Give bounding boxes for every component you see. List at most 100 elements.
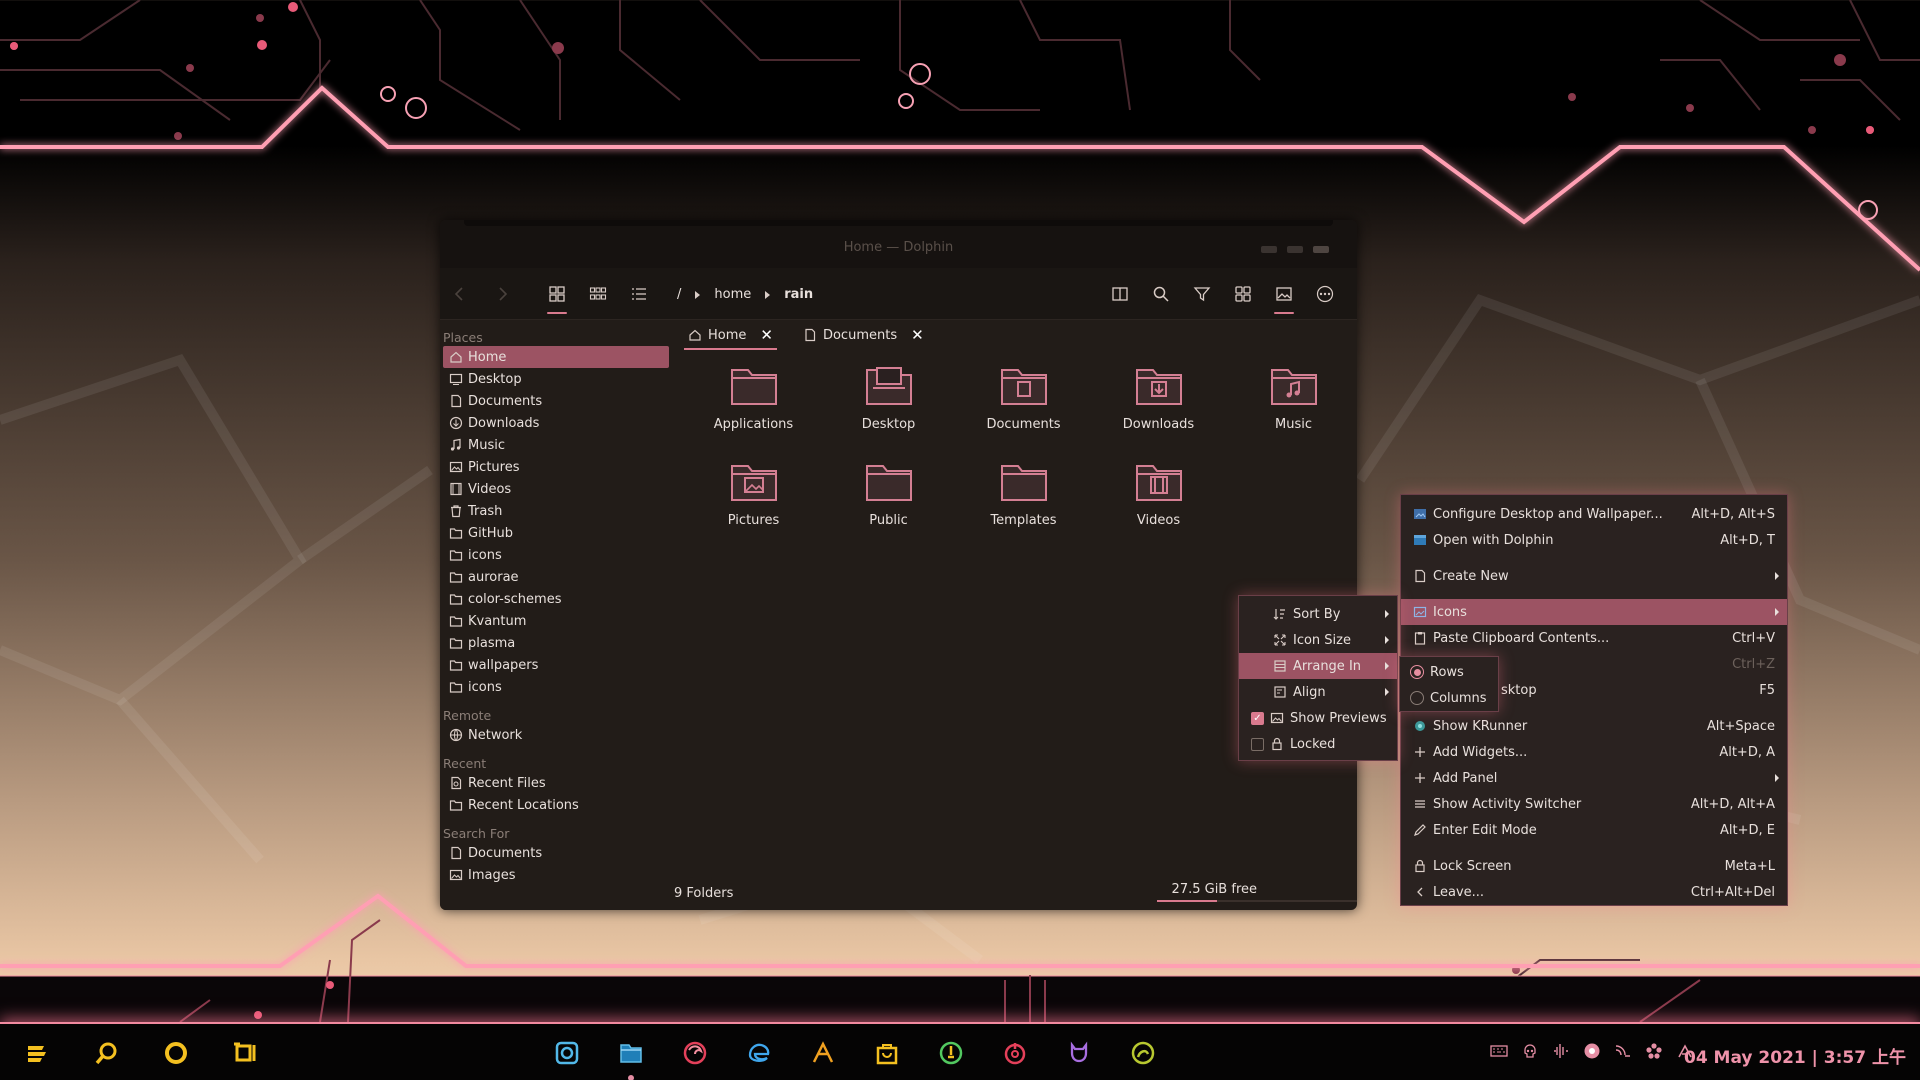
split-view-button[interactable]	[1106, 280, 1134, 308]
grid-large-icon	[549, 286, 565, 302]
back-button[interactable]	[446, 280, 474, 308]
place-aurorae[interactable]: aurorae	[443, 566, 669, 588]
place-wallpapers[interactable]: wallpapers	[443, 654, 669, 676]
compact-view-button[interactable]	[584, 280, 612, 308]
rows-radio[interactable]	[1410, 665, 1424, 679]
audio-waveform-icon[interactable]	[1552, 1042, 1570, 1060]
place-network[interactable]: Network	[443, 724, 669, 746]
menu-locked[interactable]: Locked	[1239, 731, 1397, 757]
place-icons[interactable]: icons	[443, 544, 669, 566]
breadcrumb-separator-icon[interactable]	[765, 290, 771, 299]
locked-checkbox[interactable]	[1251, 737, 1264, 751]
place-pictures[interactable]: Pictures	[443, 456, 669, 478]
folder-videos[interactable]: Videos	[1091, 454, 1226, 550]
more-menu-button[interactable]	[1311, 280, 1339, 308]
place-videos[interactable]: Videos	[443, 478, 669, 500]
columns-radio[interactable]	[1410, 691, 1424, 705]
taskbar-github[interactable]	[1064, 1038, 1094, 1068]
taskbar-edge[interactable]	[744, 1038, 774, 1068]
taskbar-krita[interactable]	[936, 1038, 966, 1068]
place-trash[interactable]: Trash	[443, 500, 669, 522]
menu-arrange-in[interactable]: Arrange In	[1239, 653, 1397, 679]
place-search-images[interactable]: Images	[443, 864, 669, 886]
show-previews-checkbox[interactable]: ✓	[1251, 711, 1264, 725]
place-color-schemes[interactable]: color-schemes	[443, 588, 669, 610]
close-button[interactable]	[1313, 246, 1329, 253]
menu-sort-by[interactable]: Sort By	[1239, 601, 1397, 627]
menu-open-with-dolphin[interactable]: Open with Dolphin Alt+D, T	[1401, 527, 1787, 553]
keyboard-icon[interactable]	[1490, 1042, 1508, 1060]
place-recent-files[interactable]: Recent Files	[443, 772, 669, 794]
search-launcher-button[interactable]	[92, 1038, 122, 1068]
place-icons-2[interactable]: icons	[443, 676, 669, 698]
breadcrumb-current[interactable]: rain	[784, 287, 813, 302]
close-tab-icon[interactable]: ✕	[911, 326, 924, 344]
skull-icon[interactable]	[1521, 1042, 1539, 1060]
place-github[interactable]: GitHub	[443, 522, 669, 544]
menu-paste[interactable]: Paste Clipboard Contents... Ctrl+V	[1401, 625, 1787, 651]
taskbar-music-player[interactable]	[1000, 1038, 1030, 1068]
overview-button[interactable]	[161, 1038, 191, 1068]
breadcrumb-root[interactable]: /	[677, 287, 681, 302]
taskbar-store[interactable]	[872, 1038, 902, 1068]
menu-align[interactable]: Align	[1239, 679, 1397, 705]
taskbar-terminal-app[interactable]	[1128, 1038, 1158, 1068]
folder-pictures[interactable]: Pictures	[686, 454, 821, 550]
menu-icon-size[interactable]: Icon Size	[1239, 627, 1397, 653]
folder-documents[interactable]: Documents	[956, 358, 1091, 454]
breadcrumb-home[interactable]: home	[714, 287, 751, 302]
status-dot-icon[interactable]	[1583, 1042, 1601, 1060]
close-tab-icon[interactable]: ✕	[760, 326, 773, 344]
folder-downloads[interactable]: Downloads	[1091, 358, 1226, 454]
folder-public[interactable]: Public	[821, 454, 956, 550]
taskbar-screenshot-app[interactable]	[552, 1038, 582, 1068]
menu-leave[interactable]: Leave... Ctrl+Alt+Del	[1401, 879, 1787, 905]
maximize-button[interactable]	[1287, 246, 1303, 253]
folder-music[interactable]: Music	[1226, 358, 1357, 454]
menu-columns[interactable]: Columns	[1400, 685, 1498, 711]
menu-edit-mode[interactable]: Enter Edit Mode Alt+D, E	[1401, 817, 1787, 843]
taskbar-dolphin[interactable]	[616, 1038, 646, 1068]
menu-add-panel[interactable]: Add Panel	[1401, 765, 1787, 791]
folder-applications[interactable]: Applications	[686, 358, 821, 454]
details-view-button[interactable]	[625, 280, 653, 308]
flower-icon[interactable]	[1645, 1042, 1663, 1060]
menu-add-widgets[interactable]: Add Widgets... Alt+D, A	[1401, 739, 1787, 765]
minimize-button[interactable]	[1261, 246, 1277, 253]
title-bar[interactable]: Home — Dolphin	[440, 220, 1357, 268]
menu-show-previews[interactable]: ✓ Show Previews	[1239, 705, 1397, 731]
place-kvantum[interactable]: Kvantum	[443, 610, 669, 632]
clock[interactable]: 04 May 2021 | 3:57 上午	[1684, 1043, 1906, 1068]
menu-configure-desktop[interactable]: Configure Desktop and Wallpaper... Alt+D,…	[1401, 501, 1787, 527]
taskbar-script-app[interactable]	[808, 1038, 838, 1068]
place-search-documents[interactable]: Documents	[443, 842, 669, 864]
menu-lock-screen[interactable]: Lock Screen Meta+L	[1401, 853, 1787, 879]
place-home[interactable]: Home	[443, 346, 669, 368]
place-documents[interactable]: Documents	[443, 390, 669, 412]
place-music[interactable]: Music	[443, 434, 669, 456]
place-recent-locations[interactable]: Recent Locations	[443, 794, 669, 816]
place-downloads[interactable]: Downloads	[443, 412, 669, 434]
folder-templates[interactable]: Templates	[956, 454, 1091, 550]
place-desktop[interactable]: Desktop	[443, 368, 669, 390]
menu-activity-switcher[interactable]: Show Activity Switcher Alt+D, Alt+A	[1401, 791, 1787, 817]
place-plasma[interactable]: plasma	[443, 632, 669, 654]
filter-button[interactable]	[1188, 280, 1216, 308]
menu-rows[interactable]: Rows	[1400, 659, 1498, 685]
panels-button[interactable]	[1229, 280, 1257, 308]
tab-home[interactable]: Home ✕	[680, 322, 781, 350]
taskbar-firefox[interactable]	[680, 1038, 710, 1068]
menu-icons[interactable]: Icons	[1401, 599, 1787, 625]
menu-show-krunner[interactable]: Show KRunner Alt+Space	[1401, 713, 1787, 739]
menu-create-new[interactable]: Create New	[1401, 563, 1787, 589]
tab-documents[interactable]: Documents ✕	[795, 322, 932, 348]
app-launcher-button[interactable]	[22, 1038, 52, 1068]
search-button[interactable]	[1147, 280, 1175, 308]
previews-button[interactable]	[1270, 280, 1298, 314]
breadcrumb-separator-icon[interactable]	[695, 290, 701, 299]
folder-desktop[interactable]: Desktop	[821, 358, 956, 454]
window-switcher-button[interactable]	[230, 1038, 260, 1068]
icons-view-button[interactable]	[543, 280, 571, 314]
forward-button[interactable]	[488, 280, 516, 308]
network-icon[interactable]	[1614, 1042, 1632, 1060]
